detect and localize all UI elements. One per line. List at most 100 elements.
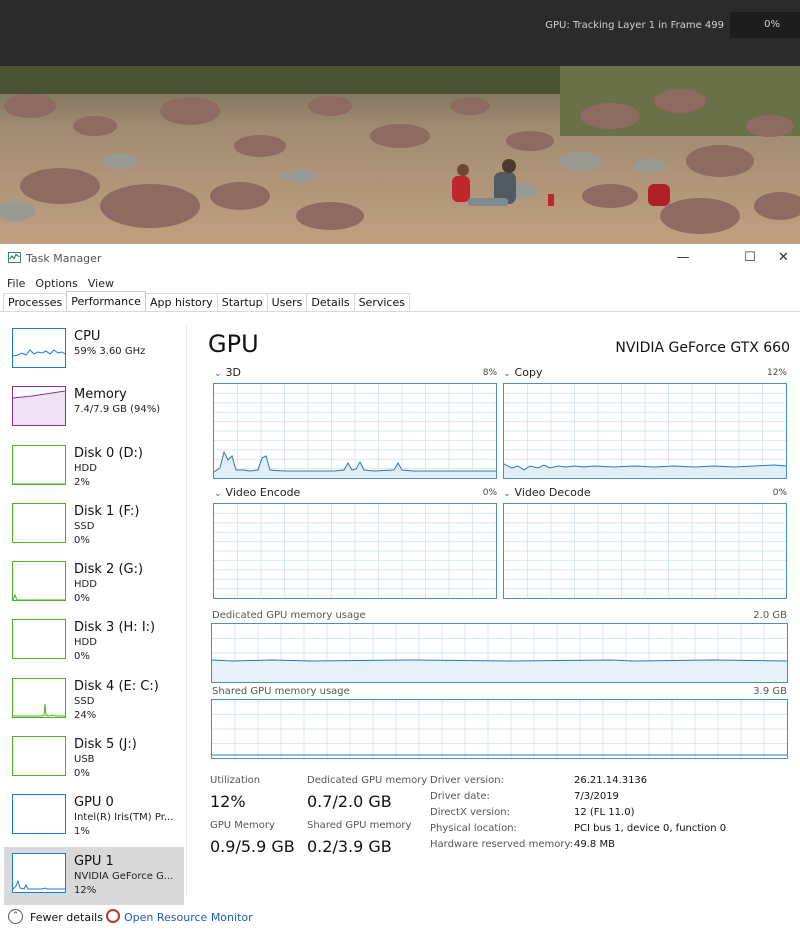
tab-strip: Processes Performance App history Startu… xyxy=(3,291,410,312)
minimize-button[interactable]: — xyxy=(660,248,706,270)
driver-version-value: 26.21.14.3136 xyxy=(574,775,648,786)
sidebar-item-detail: HDD 0% xyxy=(74,578,97,606)
tab-app-history[interactable]: App history xyxy=(144,293,218,312)
tab-users[interactable]: Users xyxy=(266,293,308,312)
gpu-1-thumbnail-graph xyxy=(12,852,66,893)
chevron-down-icon: ⌄ xyxy=(214,369,222,379)
sidebar-item-disk-5[interactable]: Disk 5 (J:) USB 0% xyxy=(4,730,184,788)
sidebar-item-cpu[interactable]: CPU 59% 3.60 GHz xyxy=(4,322,184,380)
grid-lines xyxy=(214,504,496,598)
tab-services[interactable]: Services xyxy=(353,293,410,312)
sidebar-item-memory[interactable]: Memory 7.4/7.9 GB (94%) xyxy=(4,380,184,438)
sidebar-item-disk-0[interactable]: Disk 0 (D:) HDD 2% xyxy=(4,439,184,497)
sidebar-item-line2: 0% xyxy=(74,593,90,605)
sidebar-item-disk-3[interactable]: Disk 3 (H: I:) HDD 0% xyxy=(4,613,184,671)
tab-performance[interactable]: Performance xyxy=(66,291,146,311)
fewer-details-button[interactable]: Fewer details xyxy=(30,911,103,924)
sidebar-item-line1: HDD xyxy=(74,637,97,649)
sidebar-item-name: Disk 3 (H: I:) xyxy=(74,620,156,636)
engine-3d-graph-canvas xyxy=(214,384,496,478)
engine-copy-graph xyxy=(503,383,787,479)
engine-video-encode-graph xyxy=(213,503,497,599)
shared-memory-graph xyxy=(211,699,788,759)
dedicated-memory-max: 2.0 GB xyxy=(753,610,787,621)
sidebar-item-line1: USB xyxy=(74,754,95,766)
engine-copy-label: Copy xyxy=(514,366,543,379)
disk-0-thumbnail-graph xyxy=(12,444,66,485)
gpu-0-thumbnail-graph xyxy=(12,794,66,835)
task-manager-window: Task Manager — ☐ ✕ File Options View Proce… xyxy=(0,244,800,935)
disk-2-thumbnail-graph xyxy=(12,561,66,602)
chevron-up-icon[interactable]: ⌃ xyxy=(8,909,23,924)
chevron-down-icon: ⌄ xyxy=(214,489,222,499)
tab-details[interactable]: Details xyxy=(306,293,355,312)
driver-date-label: Driver date: xyxy=(430,791,490,802)
shared-memory-graph-canvas xyxy=(212,700,787,758)
directx-version-label: DirectX version: xyxy=(430,807,510,818)
grid-lines xyxy=(212,700,787,758)
engine-video-decode-graph-canvas xyxy=(504,504,786,598)
task-manager-icon xyxy=(8,252,21,263)
sidebar-item-line2: 1% xyxy=(74,826,90,838)
close-button[interactable]: ✕ xyxy=(767,248,800,270)
tab-processes[interactable]: Processes xyxy=(3,293,68,312)
tracking-status-bar: GPU: Tracking Layer 1 in Frame 499 0% xyxy=(0,0,800,66)
grid-lines xyxy=(214,384,496,478)
dedicated-memory-graph xyxy=(211,623,788,683)
tab-startup[interactable]: Startup xyxy=(216,293,268,312)
directx-version-value: 12 (FL 11.0) xyxy=(574,807,635,818)
hardware-reserved-memory-value: 49.8 MB xyxy=(574,839,615,850)
engine-video-decode-selector[interactable]: ⌄ Video Decode xyxy=(503,486,591,499)
engine-video-encode-label: Video Encode xyxy=(225,486,301,499)
driver-date-value: 7/3/2019 xyxy=(574,791,619,802)
shared-memory-label: Shared GPU memory usage xyxy=(212,686,350,697)
engine-copy-graph-canvas xyxy=(504,384,786,478)
menu-bar: File Options View xyxy=(0,272,117,292)
sidebar-divider xyxy=(186,326,187,896)
sidebar-item-detail: Intel(R) Iris(TM) Pr... 1% xyxy=(74,811,173,839)
sidebar-item-name: Memory xyxy=(74,387,127,403)
sidebar-item-name: CPU xyxy=(74,329,101,344)
sidebar-item-name: Disk 1 (F:) xyxy=(74,503,140,519)
sidebar-item-line1: HDD xyxy=(74,579,97,591)
sidebar-item-detail: HDD 2% xyxy=(74,462,97,490)
engine-video-encode-graph-canvas xyxy=(214,504,496,598)
sidebar-item-disk-1[interactable]: Disk 1 (F:) SSD 0% xyxy=(4,497,184,555)
engine-copy-selector[interactable]: ⌄ Copy xyxy=(503,366,542,379)
sidebar-item-name: Disk 2 (G:) xyxy=(74,562,144,578)
engine-copy-percent: 12% xyxy=(766,368,787,378)
menu-file[interactable]: File xyxy=(7,275,25,293)
sidebar-item-line2: 0% xyxy=(74,768,90,780)
sidebar-item-disk-2[interactable]: Disk 2 (G:) HDD 0% xyxy=(4,555,184,613)
sidebar-item-name: Disk 0 (D:) xyxy=(74,445,143,461)
engine-video-decode-percent: 0% xyxy=(772,488,787,498)
utilization-label: Utilization xyxy=(210,775,261,786)
gpu-memory-value: 0.9/5.9 GB xyxy=(210,837,295,856)
sidebar-item-line1: Intel(R) Iris(TM) Pr... xyxy=(74,812,174,824)
sidebar-item-detail: 59% 3.60 GHz xyxy=(74,345,145,359)
sidebar-item-gpu-0[interactable]: GPU 0 Intel(R) Iris(TM) Pr... 1% xyxy=(4,788,184,846)
engine-3d-selector[interactable]: ⌄ 3D xyxy=(214,366,241,379)
sidebar-item-detail: SSD 0% xyxy=(74,520,94,548)
performance-sidebar: CPU 59% 3.60 GHz Memory 7.4/7.9 GB (94%)… xyxy=(4,322,184,905)
sidebar-item-name: GPU 0 xyxy=(74,795,114,811)
sidebar-item-gpu-1[interactable]: GPU 1 NVIDIA GeForce G... 12% xyxy=(4,846,184,905)
sidebar-item-name: GPU 1 xyxy=(74,853,114,869)
chevron-down-icon: ⌄ xyxy=(503,369,511,379)
sidebar-item-line1: 7.4/7.9 GB (94%) xyxy=(74,404,161,416)
engine-video-decode-graph xyxy=(503,503,787,599)
sidebar-item-line2: 2% xyxy=(74,476,90,488)
title-bar: Task Manager — ☐ ✕ xyxy=(0,244,800,272)
sidebar-item-detail: USB 0% xyxy=(74,753,95,781)
sidebar-item-detail: HDD 0% xyxy=(74,636,97,664)
engine-video-encode-selector[interactable]: ⌄ Video Encode xyxy=(214,486,300,499)
engine-video-encode-percent: 0% xyxy=(482,488,497,498)
gpu-memory-label: GPU Memory xyxy=(210,820,275,831)
physical-location-label: Physical location: xyxy=(430,823,517,834)
sidebar-item-disk-4[interactable]: Disk 4 (E: C:) SSD 24% xyxy=(4,672,184,730)
grid-lines xyxy=(504,504,786,598)
chevron-down-icon: ⌄ xyxy=(503,489,511,499)
dedicated-gpu-memory-label: Dedicated GPU memory xyxy=(307,775,428,786)
open-resource-monitor-link[interactable]: Open Resource Monitor xyxy=(124,911,253,924)
shared-gpu-memory-label: Shared GPU memory xyxy=(307,820,412,831)
